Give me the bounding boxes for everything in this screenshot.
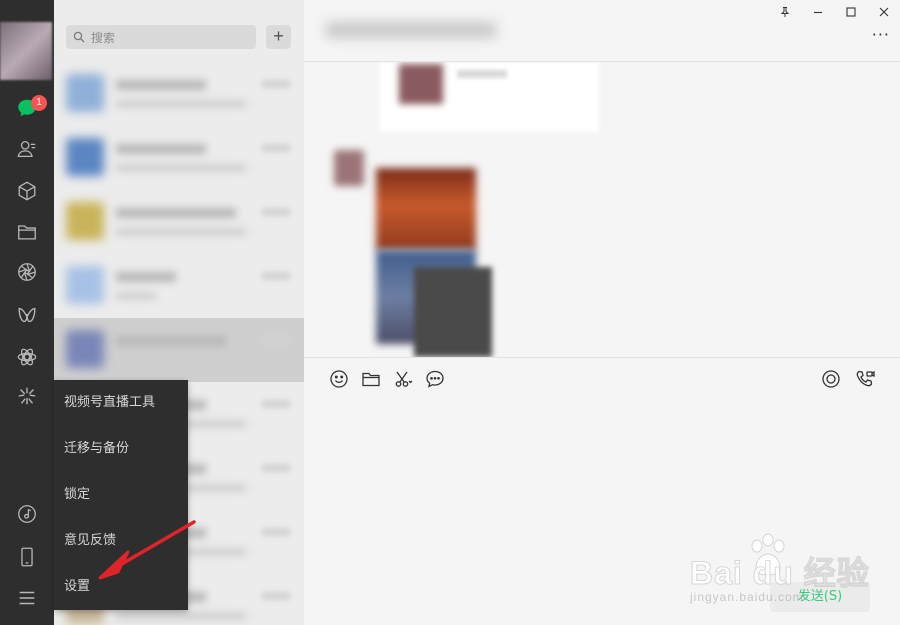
- minimize-icon[interactable]: [801, 0, 834, 24]
- watermark-brand: Bai du 经验: [690, 555, 870, 592]
- file-icon[interactable]: [360, 368, 382, 390]
- favorites-icon[interactable]: [14, 178, 40, 204]
- voice-call-icon[interactable]: [854, 368, 876, 390]
- menu-item-live-tools[interactable]: 视频号直播工具: [64, 388, 155, 418]
- menu-icon[interactable]: [14, 585, 40, 611]
- nav-sidebar: 1: [0, 0, 54, 625]
- add-chat-button[interactable]: +: [266, 25, 291, 49]
- sender-avatar[interactable]: [334, 150, 364, 186]
- window-controls: [768, 0, 900, 24]
- chat-history-icon[interactable]: [424, 368, 446, 390]
- input-toolbar: [328, 368, 446, 392]
- music-icon[interactable]: [14, 501, 40, 527]
- menu-item-lock[interactable]: 锁定: [64, 480, 90, 510]
- image-message[interactable]: [414, 267, 492, 357]
- phone-icon[interactable]: [14, 544, 40, 570]
- mini-programs-icon[interactable]: [14, 344, 40, 370]
- list-item[interactable]: [54, 190, 304, 254]
- list-item[interactable]: [54, 254, 304, 318]
- maximize-icon[interactable]: [834, 0, 867, 24]
- channels-icon[interactable]: [14, 302, 40, 328]
- screenshot-icon[interactable]: [392, 368, 414, 390]
- search-icon: [73, 31, 85, 43]
- emoji-icon[interactable]: [328, 368, 350, 390]
- folder-icon[interactable]: [14, 219, 40, 245]
- list-item[interactable]: [54, 126, 304, 190]
- search-placeholder: 搜索: [91, 30, 116, 45]
- unread-badge: 1: [31, 95, 47, 111]
- settings-popup-menu: 视频号直播工具 迁移与备份 锁定 意见反馈 设置: [54, 380, 188, 610]
- chat-title: [326, 22, 496, 38]
- input-divider: [304, 357, 900, 358]
- message-area: [304, 62, 900, 358]
- shared-card-message[interactable]: [379, 62, 599, 132]
- more-options-button[interactable]: ···: [872, 27, 890, 43]
- list-item[interactable]: [54, 318, 304, 382]
- call-toolbar: [820, 368, 876, 390]
- live-stream-icon[interactable]: [820, 368, 842, 390]
- search-input[interactable]: 搜索: [66, 25, 256, 49]
- menu-item-migrate-backup[interactable]: 迁移与备份: [64, 434, 129, 464]
- list-item[interactable]: [54, 62, 304, 126]
- menu-item-settings[interactable]: 设置: [64, 572, 90, 602]
- user-avatar[interactable]: [0, 22, 52, 80]
- image-message[interactable]: [376, 168, 476, 250]
- baidu-watermark: Bai du 经验 jingyan.baidu.com: [690, 528, 880, 608]
- live-icon[interactable]: [14, 383, 40, 409]
- watermark-url: jingyan.baidu.com: [690, 590, 804, 604]
- moments-icon[interactable]: [14, 259, 40, 285]
- contacts-icon[interactable]: [14, 136, 40, 162]
- close-icon[interactable]: [867, 0, 900, 24]
- pin-icon[interactable]: [768, 0, 801, 24]
- menu-item-feedback[interactable]: 意见反馈: [64, 526, 116, 556]
